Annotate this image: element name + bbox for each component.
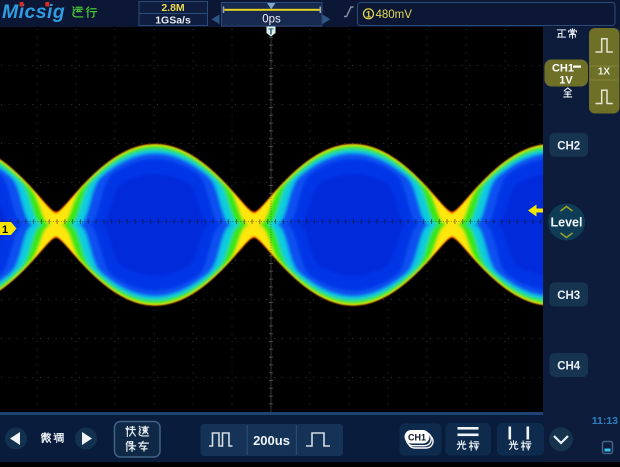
svg-text:1: 1 [2, 224, 8, 236]
svg-text:T: T [268, 27, 274, 37]
svg-text:Micsig: Micsig [2, 1, 65, 23]
svg-text:CH2: CH2 [557, 140, 580, 152]
svg-text:1GSa/s: 1GSa/s [155, 15, 191, 27]
svg-text:Level: Level [551, 216, 583, 230]
svg-text:480mV: 480mV [376, 9, 413, 21]
svg-text:CH4: CH4 [557, 361, 581, 373]
svg-text:0ps: 0ps [262, 14, 281, 26]
svg-text:CH1: CH1 [408, 433, 426, 443]
svg-text:11:13: 11:13 [592, 415, 618, 427]
svg-text:CH3: CH3 [557, 290, 580, 302]
svg-text:200us: 200us [253, 433, 290, 448]
svg-text:CH1: CH1 [552, 63, 574, 75]
svg-text:1X: 1X [598, 67, 611, 78]
svg-text:1: 1 [366, 9, 371, 19]
svg-text:1V: 1V [559, 75, 573, 87]
svg-text:2.8M: 2.8M [161, 2, 185, 14]
